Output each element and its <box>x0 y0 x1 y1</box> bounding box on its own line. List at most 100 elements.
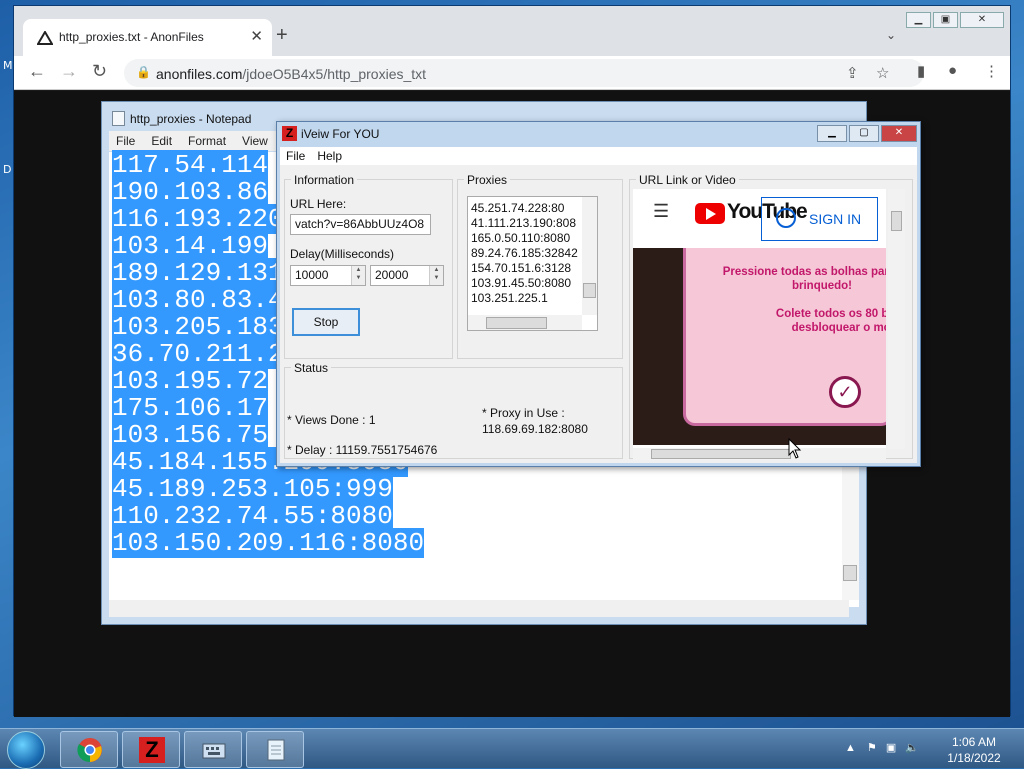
clock[interactable]: 1:06 AM 1/18/2022 <box>935 734 1013 766</box>
action-center-flag-icon[interactable]: ⚑ <box>867 742 877 754</box>
url-text[interactable]: anonfiles.com/jdoeO5B4x5/http_proxies_tx… <box>156 66 426 82</box>
window-title: iVeiw For YOU <box>301 127 380 141</box>
menu-file[interactable]: File <box>286 149 305 163</box>
app-logo-icon: Z <box>282 126 297 141</box>
window-body: File Help Information URL Here: vatch?v=… <box>280 147 917 463</box>
list-item[interactable]: 103.251.225.1 <box>468 291 597 306</box>
profile-avatar-icon[interactable]: ● <box>948 62 957 79</box>
menu-view[interactable]: View <box>242 134 268 148</box>
taskbar-notepad[interactable] <box>246 731 304 768</box>
share-icon[interactable]: ⇪ <box>846 64 859 82</box>
window-controls: ▁ ▢ ✕ <box>817 125 917 142</box>
preview-vertical-scrollbar[interactable] <box>888 189 905 449</box>
proxies-group: Proxies 45.251.74.228:80 41.111.213.190:… <box>457 173 623 359</box>
proxies-list[interactable]: 45.251.74.228:80 41.111.213.190:808 165.… <box>467 196 598 331</box>
list-horizontal-scrollbar[interactable] <box>468 315 582 330</box>
iview-app-icon: Z <box>139 737 165 763</box>
delay-max-stepper[interactable]: 20000 ▲ ▼ <box>370 265 444 286</box>
group-label: Information <box>291 173 358 187</box>
web-preview[interactable]: ☰ YouTube SIGN IN Pressione todas as bol… <box>633 189 886 449</box>
list-item[interactable]: 89.24.76.185:32842 <box>468 246 597 261</box>
delay-status-text: * Delay : 11159.7551754676 <box>287 443 438 457</box>
list-item[interactable]: 41.111.213.190:808 <box>468 216 597 231</box>
account-icon <box>776 208 796 228</box>
sign-in-button[interactable]: SIGN IN <box>761 197 878 241</box>
menu-kebab-icon[interactable]: ⋮ <box>984 62 999 80</box>
bookmark-star-icon[interactable]: ☆ <box>876 64 889 82</box>
notepad-icon <box>267 739 285 761</box>
proxy-in-use-label: * Proxy in Use : <box>482 406 565 420</box>
scroll-thumb[interactable] <box>583 283 596 298</box>
hamburger-menu-icon[interactable]: ☰ <box>653 201 669 222</box>
side-panel-icon[interactable]: ▮ <box>917 62 925 80</box>
url-input[interactable]: vatch?v=86AbbUUz4O8 <box>290 214 431 235</box>
chrome-icon <box>77 738 102 763</box>
text-line: 103.150.209.116:8080 <box>112 528 425 558</box>
text-line: 110.232.74.55:8080 <box>112 501 393 531</box>
proxy-in-use-value: 118.69.69.182:8080 <box>482 422 588 436</box>
new-tab-button[interactable]: + <box>276 24 288 47</box>
tab-bar: http_proxies.txt - AnonFiles ✕ + ⌄ ▁ ▣ ✕ <box>14 6 1010 56</box>
clock-date: 1/18/2022 <box>947 751 1001 765</box>
menu-bar: File Help <box>280 147 917 165</box>
group-label: URL Link or Video <box>636 173 739 187</box>
scroll-thumb[interactable] <box>891 211 902 231</box>
mouse-cursor-icon <box>788 438 802 459</box>
browser-tab[interactable]: http_proxies.txt - AnonFiles ✕ <box>23 19 272 56</box>
desktop-icon-label[interactable]: M <box>3 59 13 72</box>
reload-icon[interactable]: ↻ <box>92 61 107 82</box>
scroll-thumb[interactable] <box>486 317 547 329</box>
promo-card: Pressione todas as bolhas para brinquedo… <box>683 248 886 426</box>
close-icon[interactable]: ✕ <box>960 12 1004 28</box>
notepad-title: http_proxies - Notepad <box>130 112 252 126</box>
network-icon[interactable]: ▣ <box>886 742 896 754</box>
scroll-thumb[interactable] <box>651 449 791 459</box>
maximize-icon[interactable]: ▢ <box>849 125 879 142</box>
lock-icon[interactable]: 🔒 <box>136 65 151 79</box>
menu-help[interactable]: Help <box>317 149 342 163</box>
tray-expand-icon[interactable]: ▲ <box>845 742 856 754</box>
minimize-icon[interactable]: ▁ <box>906 12 931 28</box>
menu-file[interactable]: File <box>116 134 135 148</box>
video-area[interactable]: Pressione todas as bolhas para brinquedo… <box>633 248 886 445</box>
maximize-icon[interactable]: ▣ <box>933 12 958 28</box>
list-item[interactable]: 45.251.74.228:80 <box>468 201 597 216</box>
taskbar-chrome[interactable] <box>60 731 118 768</box>
list-item[interactable]: 165.0.50.110:8080 <box>468 231 597 246</box>
youtube-play-icon[interactable] <box>695 203 725 224</box>
youtube-header: ☰ YouTube SIGN IN <box>633 189 886 241</box>
back-arrow-icon[interactable]: ← <box>28 61 46 82</box>
list-vertical-scrollbar[interactable] <box>582 197 597 315</box>
volume-icon[interactable]: 🔈 <box>905 742 919 754</box>
close-icon[interactable]: ✕ <box>881 125 917 142</box>
url-label: URL Here: <box>290 197 347 211</box>
taskbar-onscreen-keyboard[interactable] <box>184 731 242 768</box>
address-bar[interactable]: 🔒 anonfiles.com/jdoeO5B4x5/http_proxies_… <box>124 59 924 87</box>
start-button[interactable] <box>7 731 45 769</box>
browser-toolbar: ← → ↻ 🔒 anonfiles.com/jdoeO5B4x5/http_pr… <box>14 56 1010 90</box>
taskbar-iview[interactable]: Z <box>122 731 180 768</box>
menu-edit[interactable]: Edit <box>151 134 172 148</box>
list-item[interactable]: 103.91.45.50:8080 <box>468 276 597 291</box>
scroll-thumb[interactable] <box>843 565 857 581</box>
clock-time: 1:06 AM <box>951 735 997 749</box>
anonfiles-favicon-icon <box>37 31 53 45</box>
delay-min-stepper[interactable]: 10000 ▲ ▼ <box>290 265 366 286</box>
tab-search-chevron-icon[interactable]: ⌄ <box>886 28 896 42</box>
preview-horizontal-scrollbar[interactable] <box>633 448 886 460</box>
menu-format[interactable]: Format <box>188 134 226 148</box>
system-tray: ▲ ⚑ ▣ 🔈 <box>845 741 919 754</box>
notepad-horizontal-scrollbar[interactable] <box>109 600 849 617</box>
spin-arrows-icon[interactable]: ▲ ▼ <box>429 266 443 285</box>
list-item[interactable]: 154.70.151.6:3128 <box>468 261 597 276</box>
url-video-group: URL Link or Video ☰ YouTube SIGN IN Pres… <box>629 173 913 460</box>
checkmark-icon[interactable]: ✓ <box>829 376 861 408</box>
close-tab-icon[interactable]: ✕ <box>250 27 263 45</box>
window-controls: ▁ ▣ ✕ <box>906 12 1004 28</box>
forward-arrow-icon[interactable]: → <box>60 61 78 82</box>
stop-button[interactable]: Stop <box>292 308 360 336</box>
spin-arrows-icon[interactable]: ▲ ▼ <box>351 266 365 285</box>
desktop-icon-label[interactable]: D <box>3 163 11 176</box>
notepad-icon <box>112 111 125 126</box>
minimize-icon[interactable]: ▁ <box>817 125 847 142</box>
